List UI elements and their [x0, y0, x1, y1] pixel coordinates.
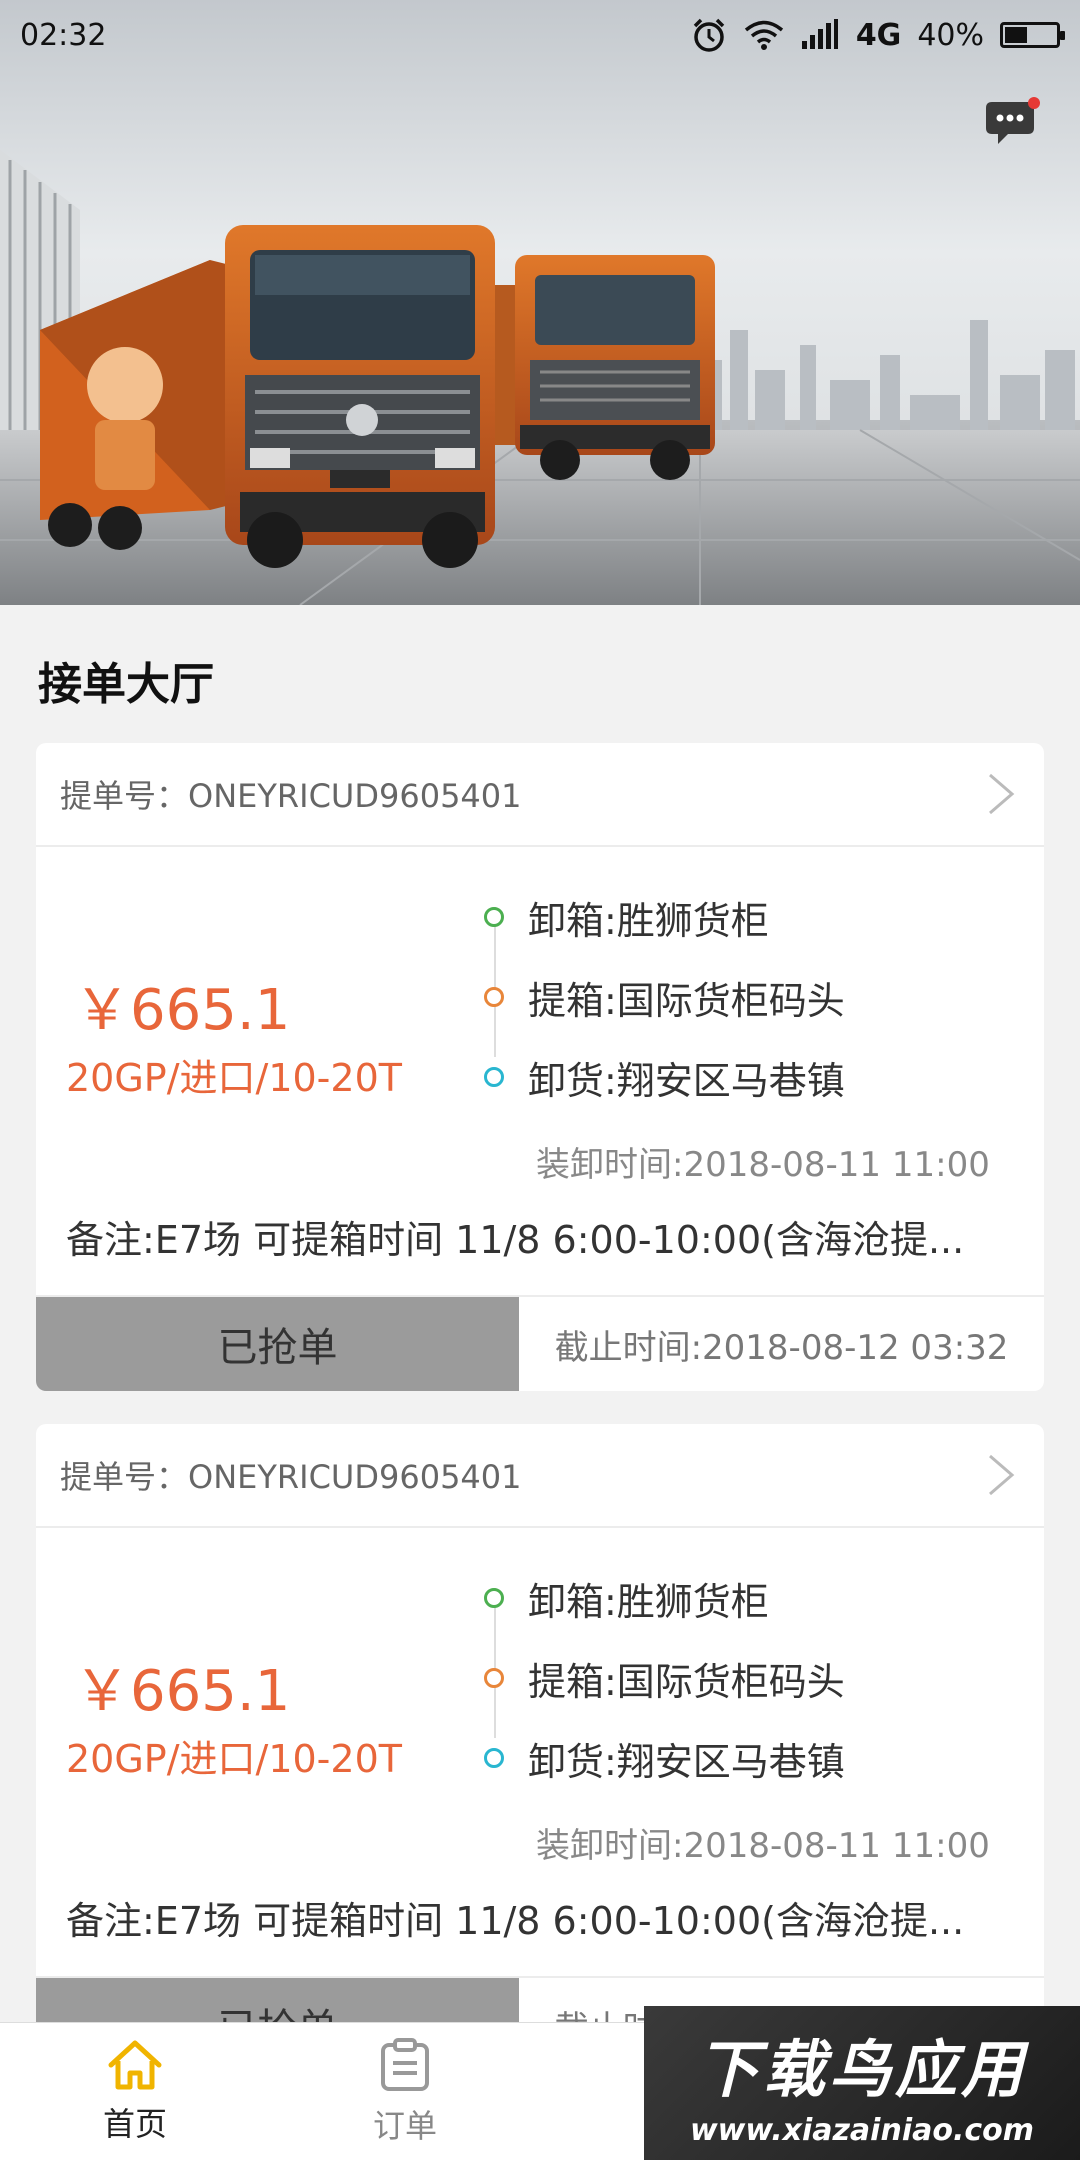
truck-banner-image	[0, 0, 1080, 605]
route-dot-orange	[484, 1668, 504, 1688]
route-text: 卸箱:胜狮货柜	[528, 1579, 769, 1624]
order-card-footer: 已抢单 截止时间:2018-08-12 03:32	[36, 1295, 1044, 1391]
route-item-unload-cargo: 卸货:翔安区马巷镇	[484, 1037, 845, 1117]
chat-bubble-icon	[986, 97, 1040, 144]
wifi-icon	[744, 20, 783, 50]
order-card[interactable]: 提单号：ONEYRICUD9605401 ￥665.1 20GP/进口/10-2…	[36, 1424, 1044, 2072]
load-time: 装卸时间:2018-08-11 11:00	[536, 1145, 990, 1185]
order-card-body: ￥665.1 20GP/进口/10-20T 卸箱:胜狮货柜 提箱:国际货柜码头 …	[36, 1528, 1044, 1976]
order-card-body: ￥665.1 20GP/进口/10-20T 卸箱:胜狮货柜 提箱:国际货柜码头 …	[36, 847, 1044, 1295]
bill-label: 提单号：	[60, 777, 189, 815]
route-text: 卸货:翔安区马巷镇	[528, 1739, 845, 1784]
nav-home[interactable]: 首页	[0, 2023, 270, 2160]
order-spec: 20GP/进口/10-20T	[66, 1056, 402, 1100]
message-button[interactable]	[986, 96, 1042, 148]
chevron-right-icon	[989, 1454, 1015, 1496]
battery-icon	[1000, 22, 1065, 48]
clipboard-icon	[381, 2038, 429, 2091]
grabbed-button[interactable]: 已抢单	[36, 1297, 519, 1391]
nav-orders[interactable]: 订单	[270, 2023, 540, 2160]
order-note: 备注:E7场 可提箱时间 11/8 6:00-10:00(含海沧提...	[66, 1899, 965, 1943]
bill-number: ONEYRICUD9605401	[188, 777, 522, 815]
route-dot-blue	[484, 1067, 504, 1087]
order-note: 备注:E7场 可提箱时间 11/8 6:00-10:00(含海沧提...	[66, 1218, 965, 1262]
route-item-unload-box: 卸箱:胜狮货柜	[484, 1558, 845, 1638]
watermark-logo: 下载鸟应用 www.xiazainiao.com	[644, 2006, 1080, 2160]
route-item-pickup-box: 提箱:国际货柜码头	[484, 957, 845, 1037]
status-time: 02:32	[20, 17, 107, 53]
signal-icon	[801, 19, 838, 49]
order-price: ￥665.1	[74, 1659, 291, 1724]
order-spec: 20GP/进口/10-20T	[66, 1737, 402, 1781]
route-dot-green	[484, 907, 504, 927]
nav-home-label: 首页	[102, 2105, 167, 2143]
battery-percent: 40%	[917, 17, 984, 53]
route-text: 卸货:翔安区马巷镇	[528, 1058, 845, 1103]
deadline-text: 截止时间:2018-08-12 03:32	[554, 1327, 1009, 1368]
watermark-title: 下载鸟应用	[696, 2032, 1027, 2106]
load-time: 装卸时间:2018-08-11 11:00	[536, 1826, 990, 1866]
order-price: ￥665.1	[74, 978, 291, 1043]
bill-label: 提单号：	[60, 1458, 189, 1496]
order-card-header[interactable]: 提单号：ONEYRICUD9605401	[36, 743, 1044, 847]
status-bar: 02:32 4G 40%	[0, 0, 1080, 70]
order-card[interactable]: 提单号：ONEYRICUD9605401 ￥665.1 20GP/进口/10-2…	[36, 743, 1044, 1391]
route-list: 卸箱:胜狮货柜 提箱:国际货柜码头 卸货:翔安区马巷镇	[484, 1558, 845, 1798]
network-type: 4G	[855, 17, 902, 53]
order-card-header[interactable]: 提单号：ONEYRICUD9605401	[36, 1424, 1044, 1528]
route-text: 提箱:国际货柜码头	[528, 1659, 845, 1704]
route-item-unload-cargo: 卸货:翔安区马巷镇	[484, 1718, 845, 1798]
route-dot-orange	[484, 987, 504, 1007]
route-text: 提箱:国际货柜码头	[528, 978, 845, 1023]
section-title: 接单大厅	[38, 659, 214, 710]
route-item-pickup-box: 提箱:国际货柜码头	[484, 1638, 845, 1718]
route-list: 卸箱:胜狮货柜 提箱:国际货柜码头 卸货:翔安区马巷镇	[484, 877, 845, 1117]
alarm-icon	[693, 18, 725, 52]
route-text: 卸箱:胜狮货柜	[528, 898, 769, 943]
route-item-unload-box: 卸箱:胜狮货柜	[484, 877, 845, 957]
chevron-right-icon	[989, 773, 1015, 815]
route-dot-green	[484, 1588, 504, 1608]
watermark-url: www.xiazainiao.com	[689, 2112, 1035, 2148]
bill-number: ONEYRICUD9605401	[188, 1458, 522, 1496]
home-icon	[108, 2040, 162, 2090]
nav-orders-label: 订单	[372, 2107, 437, 2145]
route-dot-blue	[484, 1748, 504, 1768]
hero-banner: 02:32 4G 40%	[0, 0, 1080, 605]
